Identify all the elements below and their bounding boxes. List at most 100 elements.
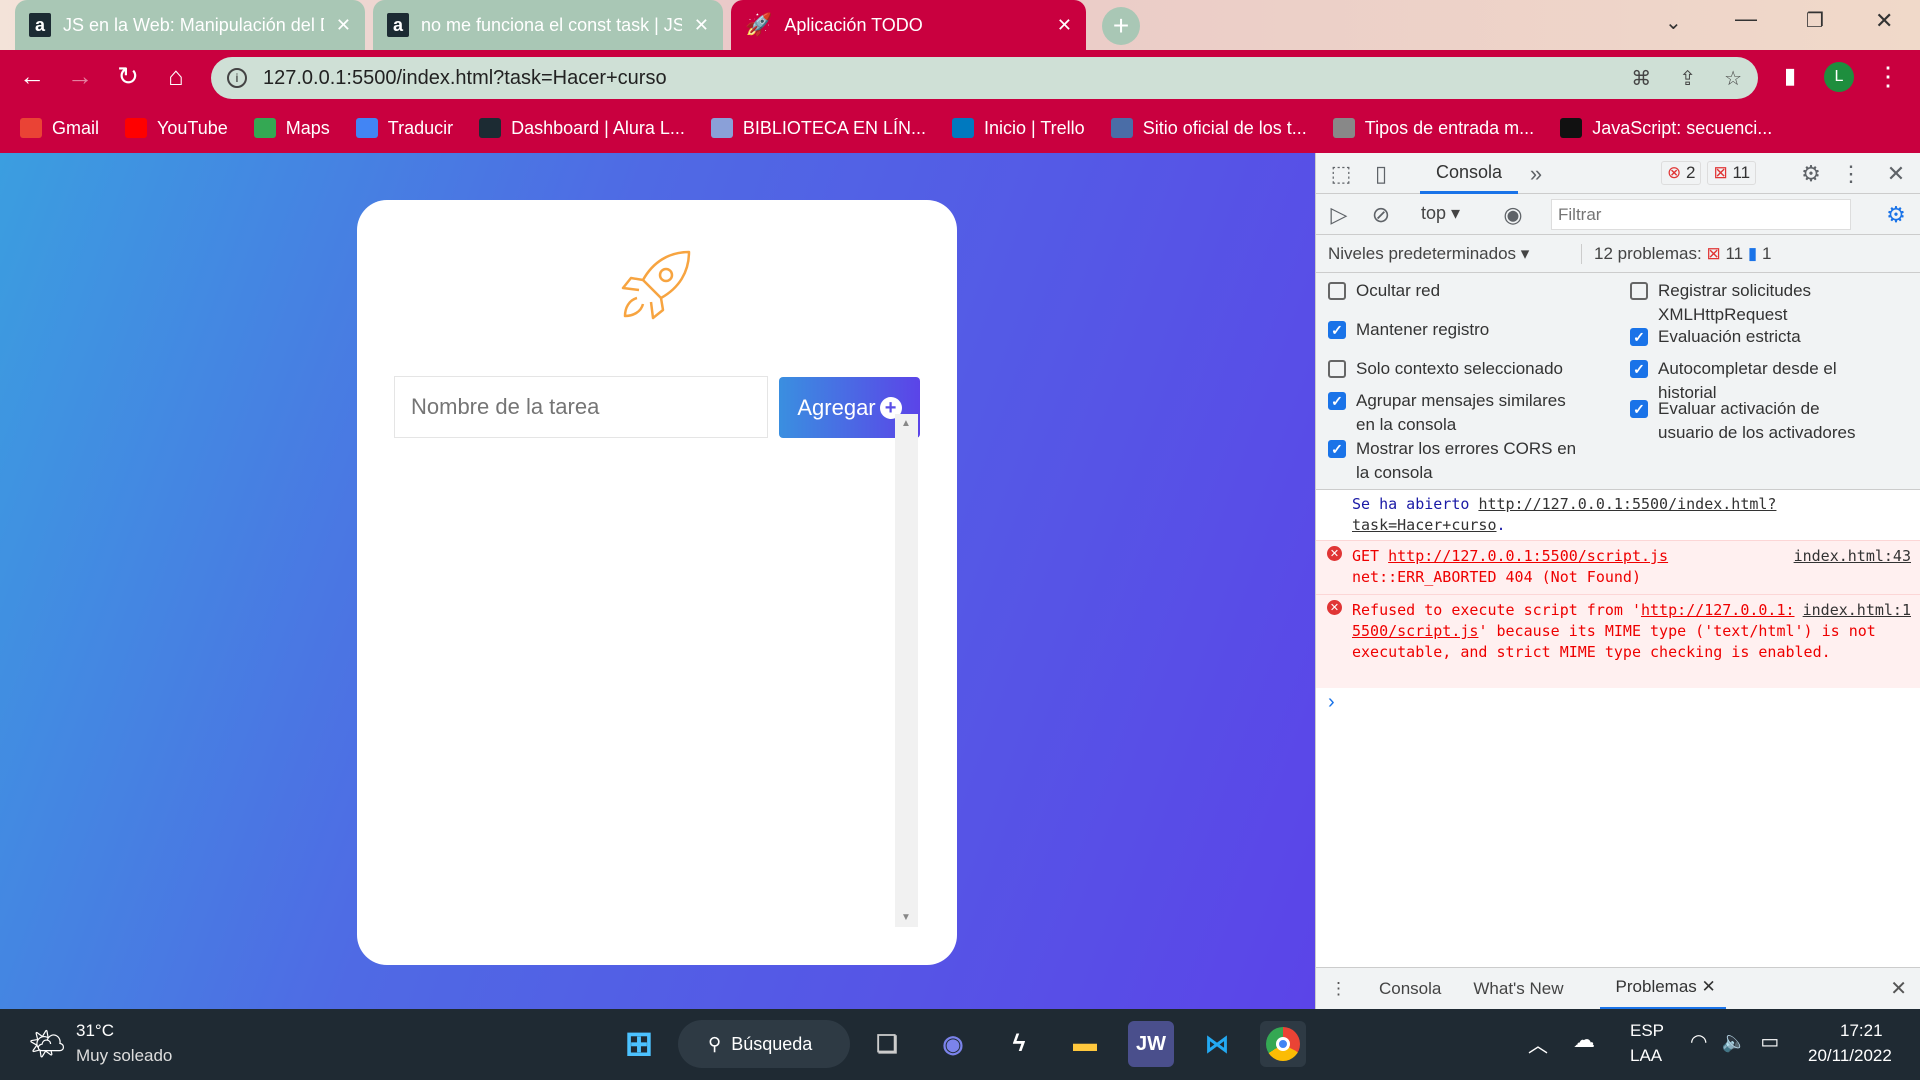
chrome-icon[interactable] — [1260, 1021, 1306, 1067]
setting-checkbox[interactable]: Solo contexto seleccionado — [1328, 357, 1578, 381]
menu-icon[interactable]: ⋮ — [1870, 58, 1906, 94]
taskbar-search[interactable]: ⚲ Búsqueda — [678, 1020, 850, 1068]
clock-date[interactable]: 20/11/2022 — [1808, 1046, 1892, 1066]
new-tab-button[interactable]: + — [1102, 7, 1140, 45]
tab-search-icon[interactable]: ⌄ — [1665, 10, 1682, 35]
app-lightning-icon[interactable]: ϟ — [996, 1021, 1042, 1067]
source-link[interactable]: index.html:43 — [1794, 546, 1911, 567]
weather-temp[interactable]: 31°C — [76, 1021, 114, 1041]
address-bar[interactable]: i 127.0.0.1:5500/index.html?task=Hacer+c… — [211, 57, 1758, 99]
task-view-icon[interactable]: ❏ — [864, 1021, 910, 1067]
checkbox-unchecked-icon[interactable] — [1328, 282, 1346, 300]
file-explorer-icon[interactable]: ▬ — [1062, 1021, 1108, 1067]
side-panel-icon[interactable]: ▮ — [1772, 58, 1808, 94]
drawer-menu-icon[interactable]: ⋮ — [1330, 979, 1347, 999]
translate-icon[interactable]: ⌘ — [1631, 66, 1651, 91]
battery-icon[interactable]: ▭ — [1760, 1029, 1779, 1054]
log-levels-select[interactable]: Niveles predeterminados ▾ — [1328, 244, 1529, 264]
problems-button[interactable]: 12 problemas: ⊠ 11 ▮ 1 — [1581, 244, 1771, 264]
close-window-icon[interactable]: ✕ — [1875, 8, 1893, 34]
bookmark-star-icon[interactable]: ☆ — [1724, 66, 1742, 91]
setting-checkbox[interactable]: ✓ Mantener registro — [1328, 318, 1578, 342]
setting-checkbox[interactable]: Ocultar red — [1328, 279, 1578, 303]
info-icon[interactable]: i — [227, 68, 247, 88]
home-icon[interactable]: ⌂ — [158, 58, 194, 94]
keyboard-layout[interactable]: LAA — [1630, 1046, 1662, 1066]
volume-icon[interactable]: 🔈 — [1721, 1029, 1746, 1054]
show-hidden-icons[interactable]: ︿ — [1528, 1029, 1548, 1058]
drawer-tab-problems[interactable]: Problemas ✕ — [1599, 968, 1726, 1010]
live-expression-eye-icon[interactable]: ◉ — [1498, 200, 1528, 230]
close-devtools-icon[interactable]: ✕ — [1881, 159, 1911, 189]
checkbox-checked-icon[interactable]: ✓ — [1328, 321, 1346, 339]
console-prompt[interactable]: › — [1328, 691, 1335, 714]
teams-chat-icon[interactable]: ◉ — [930, 1021, 976, 1067]
clock-time[interactable]: 17:21 — [1840, 1021, 1883, 1041]
close-tab-icon[interactable]: ✕ — [694, 15, 709, 36]
tab-console[interactable]: Consola — [1420, 153, 1519, 194]
drawer-tab-console[interactable]: Consola — [1363, 979, 1457, 999]
tab-2[interactable]: a no me funciona el const task | JS ✕ — [373, 0, 723, 50]
console-settings-gear-icon[interactable]: ⚙ — [1881, 200, 1911, 230]
close-tab-icon[interactable]: ✕ — [336, 15, 351, 36]
onedrive-cloud-icon[interactable]: ☁ — [1573, 1027, 1595, 1053]
sidebar-toggle-icon[interactable]: ▷ — [1324, 200, 1354, 230]
bookmark-item[interactable]: Sitio oficial de los t... — [1110, 118, 1307, 139]
checkbox-checked-icon[interactable]: ✓ — [1328, 392, 1346, 410]
tab-1[interactable]: a JS en la Web: Manipulación del D ✕ — [15, 0, 365, 50]
checkbox-unchecked-icon[interactable] — [1630, 282, 1648, 300]
bookmark-item[interactable]: Inicio | Trello — [951, 118, 1085, 139]
bookmark-item[interactable]: JavaScript: secuenci... — [1560, 118, 1772, 139]
scroll-down-arrow-icon[interactable]: ▼ — [901, 912, 911, 923]
task-name-input[interactable] — [394, 376, 768, 438]
bookmark-item[interactable]: YouTube — [125, 118, 228, 139]
source-link[interactable]: index.html:1 — [1803, 600, 1911, 621]
setting-checkbox[interactable]: ✓ Evaluar activación de usuario de los ac… — [1630, 397, 1880, 445]
device-toolbar-icon[interactable]: ▯ — [1366, 159, 1396, 189]
setting-checkbox[interactable]: ✓ Agrupar mensajes similares en la consol… — [1328, 389, 1578, 437]
setting-checkbox[interactable]: ✓ Evaluación estricta — [1630, 325, 1880, 349]
checkbox-checked-icon[interactable]: ✓ — [1630, 328, 1648, 346]
bookmark-item[interactable]: BIBLIOTECA EN LÍN... — [710, 118, 926, 139]
wifi-icon[interactable]: ◠ — [1690, 1029, 1707, 1054]
context-select[interactable]: top ▾ — [1421, 203, 1460, 224]
vscode-icon[interactable]: ⋈ — [1194, 1021, 1240, 1067]
close-tab-icon[interactable]: ✕ — [1057, 15, 1072, 36]
forward-icon[interactable]: → — [62, 58, 98, 94]
setting-checkbox[interactable]: Registrar solicitudes XMLHttpRequest — [1630, 279, 1880, 327]
jw-library-icon[interactable]: JW — [1128, 1021, 1174, 1067]
task-list-scrollbar[interactable]: ▲ ▼ — [895, 414, 918, 927]
tab-3-active[interactable]: 🚀 Aplicación TODO ✕ — [731, 0, 1086, 50]
clear-console-icon[interactable]: ⊘ — [1366, 200, 1396, 230]
windows-start-icon[interactable]: ⊞ — [616, 1021, 662, 1067]
bookmark-item[interactable]: Tipos de entrada m... — [1332, 118, 1534, 139]
settings-gear-icon[interactable]: ⚙ — [1796, 159, 1826, 189]
bookmark-item[interactable]: Maps — [253, 118, 330, 139]
language-code[interactable]: ESP — [1630, 1021, 1664, 1041]
more-tabs-icon[interactable]: » — [1521, 159, 1551, 189]
checkbox-checked-icon[interactable]: ✓ — [1630, 400, 1648, 418]
profile-avatar[interactable]: L — [1824, 62, 1854, 92]
checkbox-unchecked-icon[interactable] — [1328, 360, 1346, 378]
bookmark-item[interactable]: Gmail — [20, 118, 99, 139]
restore-icon[interactable]: ❐ — [1806, 8, 1824, 33]
minimize-icon[interactable]: — — [1735, 6, 1757, 32]
setting-checkbox[interactable]: ✓ Mostrar los errores CORS en la consola — [1328, 437, 1578, 485]
close-drawer-icon[interactable]: ✕ — [1890, 976, 1907, 1001]
checkbox-checked-icon[interactable]: ✓ — [1328, 440, 1346, 458]
checkbox-checked-icon[interactable]: ✓ — [1630, 360, 1648, 378]
reload-icon[interactable]: ↻ — [110, 58, 146, 94]
scroll-up-arrow-icon[interactable]: ▲ — [901, 418, 911, 429]
share-icon[interactable]: ⇪ — [1679, 66, 1696, 91]
drawer-tab-whats-new[interactable]: What's New — [1457, 979, 1579, 999]
filter-input[interactable] — [1551, 199, 1851, 230]
devtools-menu-icon[interactable]: ⋮ — [1836, 159, 1866, 189]
error-link[interactable]: http://127.0.0.1:5500/script.js — [1388, 547, 1668, 565]
bookmark-item[interactable]: Dashboard | Alura L... — [479, 118, 685, 139]
weather-sun-icon[interactable]: 🌤 — [28, 1027, 66, 1062]
system-tray[interactable]: ◠ 🔈 ▭ — [1690, 1029, 1779, 1054]
close-tab-icon[interactable]: ✕ — [1702, 977, 1716, 997]
bookmark-item[interactable]: Traducir — [355, 118, 453, 139]
inspect-element-icon[interactable]: ⬚ — [1326, 159, 1356, 189]
back-icon[interactable]: ← — [14, 58, 50, 94]
